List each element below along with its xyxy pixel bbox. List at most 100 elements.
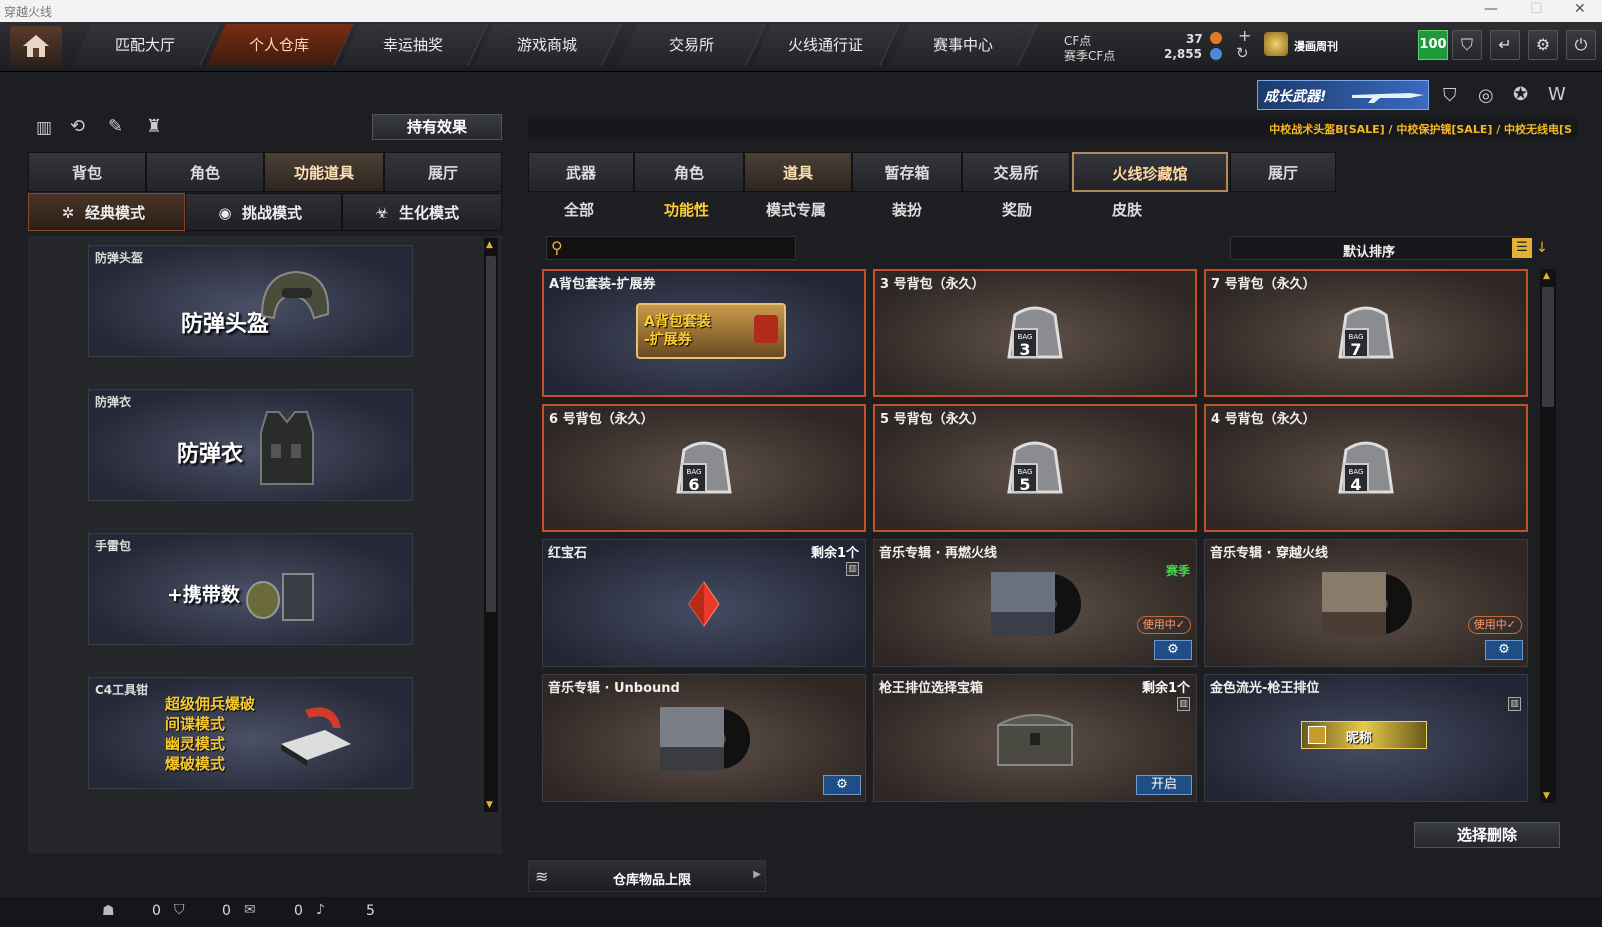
item-card[interactable]: 红宝石 剩余1个 ▥ xyxy=(542,539,866,667)
subtab-outfit[interactable]: 装扮 xyxy=(892,199,922,220)
settings-gear-icon[interactable]: ⚙ xyxy=(823,775,861,795)
trash-icon[interactable]: ▥ xyxy=(1177,697,1190,711)
mode-zombie[interactable]: ☣ 生化模式 xyxy=(342,193,502,231)
season-tag: 赛季 xyxy=(1165,564,1190,578)
badge-star-icon[interactable]: ✪ xyxy=(1513,84,1528,105)
tab-weapons[interactable]: 武器 xyxy=(528,152,634,192)
svg-text:6: 6 xyxy=(688,475,699,494)
scroll-up-icon[interactable]: ▲ xyxy=(1543,271,1550,281)
open-button[interactable]: 开启 xyxy=(1136,775,1192,795)
scroll-down-icon[interactable]: ▼ xyxy=(486,800,493,810)
svg-text:7: 7 xyxy=(1350,340,1361,359)
item-card[interactable]: 3 号背包（永久） BAG 3 xyxy=(873,269,1197,397)
tab-right-character[interactable]: 角色 xyxy=(634,152,744,192)
tab-right-exchange[interactable]: 交易所 xyxy=(962,152,1070,192)
svg-text:3: 3 xyxy=(1019,340,1030,359)
tab-temp-storage[interactable]: 暂存箱 xyxy=(852,152,962,192)
tab-showroom[interactable]: 展厅 xyxy=(384,152,502,192)
ruby-icon xyxy=(688,581,720,627)
sort-order-icon[interactable]: ↓ xyxy=(1534,238,1550,258)
sort-dropdown[interactable]: 默认排序 xyxy=(1230,236,1520,260)
item-card[interactable]: 音乐专辑 · 再燃火线 赛季 使用中✓ ⚙ xyxy=(873,539,1197,667)
team-icon[interactable]: ☗ xyxy=(102,903,115,919)
item-card[interactable]: A背包套装-扩展券 A背包套装 -扩展券 xyxy=(542,269,866,397)
nav-tab-event-center[interactable]: 赛事中心 xyxy=(890,24,1038,66)
right-scrollbar[interactable]: ▲ ▼ xyxy=(1540,269,1556,803)
nav-tab-match-lobby[interactable]: 匹配大厅 xyxy=(72,24,220,66)
search-input[interactable]: ⚲ xyxy=(546,236,796,260)
badge-globe-icon[interactable]: ◎ xyxy=(1478,85,1494,106)
close-button[interactable]: ✕ xyxy=(1574,1,1586,17)
add-cf-button[interactable]: + xyxy=(1238,26,1251,45)
rifle-icon xyxy=(1352,93,1424,103)
item-card[interactable]: 音乐专辑 · 穿越火线 使用中✓ ⚙ xyxy=(1204,539,1528,667)
card-helmet[interactable]: 防弹头盔 防弹头盔 xyxy=(88,245,413,357)
item-card[interactable]: 4 号背包（永久） BAG 4 xyxy=(1204,404,1528,532)
nav-tab-lucky-draw[interactable]: 幸运抽奖 xyxy=(340,24,488,66)
repair-icon[interactable]: ✎ xyxy=(108,116,123,137)
cf-points-value: 37 xyxy=(1186,32,1203,46)
gear-icon[interactable]: ⚙ xyxy=(1528,30,1558,60)
scroll-up-icon[interactable]: ▲ xyxy=(486,240,493,250)
volume-icon[interactable]: ♪ xyxy=(316,902,325,918)
owned-effects-button[interactable]: 持有效果 xyxy=(372,114,502,140)
subtab-skins[interactable]: 皮肤 xyxy=(1112,199,1142,220)
badge-w-icon[interactable]: W xyxy=(1548,84,1566,105)
user-name[interactable]: 漫画周刊 xyxy=(1294,38,1338,54)
card-body-armor[interactable]: 防弹衣 防弹衣 xyxy=(88,389,413,501)
tab-functional-items[interactable]: 功能道具 xyxy=(264,152,384,192)
mode-classic[interactable]: ✲ 经典模式 xyxy=(28,193,185,231)
tab-backpack[interactable]: 背包 xyxy=(28,152,146,192)
tab-items[interactable]: 道具 xyxy=(744,152,852,192)
left-scrollbar[interactable]: ▲ ▼ xyxy=(484,238,498,812)
item-card[interactable]: 6 号背包（永久） BAG 6 xyxy=(542,404,866,532)
return-icon[interactable]: ↵ xyxy=(1490,30,1520,60)
settings-gear-icon[interactable]: ⚙ xyxy=(1485,640,1523,660)
shield-status-icon[interactable]: ⛉ xyxy=(174,902,185,918)
growth-weapon-banner[interactable]: 成长武器! xyxy=(1257,80,1429,110)
home-button[interactable] xyxy=(10,26,62,68)
maximize-button[interactable]: ☐ xyxy=(1530,1,1543,17)
card-c4-pliers[interactable]: C4工具钳 超级佣兵爆破 间谍模式 幽灵模式 爆破模式 xyxy=(88,677,413,789)
tab-right-showroom[interactable]: 展厅 xyxy=(1230,152,1336,192)
tab-character[interactable]: 角色 xyxy=(146,152,264,192)
nav-tab-game-shop[interactable]: 游戏商城 xyxy=(474,24,622,66)
item-card[interactable]: 金色流光-枪王排位 ▥ 昵称 xyxy=(1204,674,1528,802)
left-scroll-thumb[interactable] xyxy=(486,256,496,612)
storage-limit-bar[interactable]: ≋ 仓库物品上限 ▶ xyxy=(528,860,766,892)
item-card[interactable]: 5 号背包（永久） BAG 5 xyxy=(873,404,1197,532)
select-delete-button[interactable]: 选择删除 xyxy=(1414,822,1560,848)
level-badge[interactable]: 100 xyxy=(1418,30,1448,60)
tab-collection-hall[interactable]: 火线珍藏馆 xyxy=(1072,152,1228,192)
subtab-rewards[interactable]: 奖励 xyxy=(1002,199,1032,220)
subtab-all[interactable]: 全部 xyxy=(564,199,594,220)
list-view-icon[interactable]: ☰ xyxy=(1512,238,1532,258)
badge-shield-icon[interactable]: ⛉ xyxy=(1443,85,1457,106)
vest-icon xyxy=(260,411,314,485)
history-icon[interactable]: ⟲ xyxy=(70,116,85,137)
trash-icon[interactable]: ▥ xyxy=(1508,697,1521,711)
nav-tab-battle-pass[interactable]: 火线通行证 xyxy=(752,24,900,66)
subtab-mode-exclusive[interactable]: 模式专属 xyxy=(766,199,826,220)
settings-gear-icon[interactable]: ⚙ xyxy=(1154,640,1192,660)
card-grenade-pack[interactable]: 手雷包 +携带数 xyxy=(88,533,413,645)
item-card[interactable]: 7 号背包（永久） BAG 7 xyxy=(1204,269,1528,397)
power-icon[interactable]: ⏻ xyxy=(1566,30,1596,60)
expand-arrow-icon[interactable]: ▶ xyxy=(753,869,761,880)
subtab-functional[interactable]: 功能性 xyxy=(664,199,709,220)
nav-tab-personal-storage[interactable]: 个人仓库 xyxy=(206,24,354,66)
marquee-text: 中校战术头盔B[SALE] / 中校保护镜[SALE] / 中校无线电[S xyxy=(1269,123,1572,136)
right-scroll-thumb[interactable] xyxy=(1542,287,1554,407)
nav-tab-exchange[interactable]: 交易所 xyxy=(618,24,766,66)
refresh-icon[interactable]: ↻ xyxy=(1236,44,1249,62)
trash-icon[interactable]: ▥ xyxy=(846,562,859,576)
item-card[interactable]: 枪王排位选择宝箱 剩余1个 ▥ 开启 xyxy=(873,674,1197,802)
bag-icon[interactable]: ♜ xyxy=(146,116,162,137)
item-card[interactable]: 音乐专辑 · Unbound ⚙ xyxy=(542,674,866,802)
chat-icon[interactable]: ✉ xyxy=(244,902,256,918)
scroll-down-icon[interactable]: ▼ xyxy=(1543,791,1550,801)
shield-icon[interactable]: ⛉ xyxy=(1452,30,1482,60)
minimize-button[interactable]: — xyxy=(1484,1,1498,17)
mode-challenge[interactable]: ◉ 挑战模式 xyxy=(185,193,342,231)
stats-icon[interactable]: ▥ xyxy=(36,118,52,138)
